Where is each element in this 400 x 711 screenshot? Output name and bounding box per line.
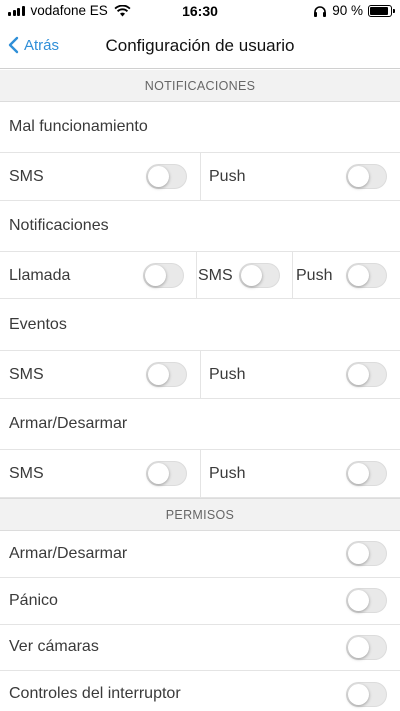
row-armar-desarmar-channels: SMS Push [0,450,400,498]
group-title-armar-desarmar: Armar/Desarmar [0,399,400,450]
sms-label: SMS [198,267,233,284]
group-title-label: Armar/Desarmar [9,415,128,432]
row-eventos-channels: SMS Push [0,351,400,399]
row-notificaciones-channels: Llamada SMS Push [0,252,400,299]
column-divider [200,351,201,398]
section-header-notificaciones: NOTIFICACIONES [0,70,400,102]
column-divider [200,153,201,200]
group-title-eventos: Eventos [0,299,400,351]
headphones-icon [314,5,327,17]
permission-ver-camaras-toggle[interactable] [346,635,387,660]
notificaciones-sms-toggle[interactable] [239,263,280,288]
column-divider [196,252,197,298]
sms-label: SMS [9,168,44,185]
sms-label: SMS [9,465,44,482]
permission-controles-interruptor-toggle[interactable] [346,682,387,707]
column-divider [292,252,293,298]
push-label: Push [209,465,246,482]
mal-funcionamiento-push-toggle[interactable] [346,164,387,189]
navigation-bar: Atrás Configuración de usuario [0,22,400,69]
group-title-label: Mal funcionamiento [9,118,148,135]
permission-label: Controles del interruptor [9,685,181,702]
armar-desarmar-sms-toggle[interactable] [146,461,187,486]
battery-level [370,6,388,15]
call-label: Llamada [9,267,71,284]
permission-panico-toggle[interactable] [346,588,387,613]
battery-icon [368,4,395,17]
page-title: Configuración de usuario [105,36,295,55]
notificaciones-call-toggle[interactable] [143,263,184,288]
row-mal-funcionamiento-channels: SMS Push [0,153,400,201]
push-label: Push [209,366,246,383]
group-title-notificaciones: Notificaciones [0,201,400,252]
mal-funcionamiento-sms-toggle[interactable] [146,164,187,189]
status-bar: vodafone ES 16:30 90 % [0,0,400,22]
battery-percentage: 90 % [332,3,363,18]
status-right: 90 % [313,3,395,18]
group-title-label: Notificaciones [9,217,109,234]
section-header-permisos: PERMISOS [0,498,400,531]
permission-row-panico: Pánico [0,578,400,625]
permission-armar-desarmar-toggle[interactable] [346,541,387,566]
push-label: Push [209,168,246,185]
group-title-label: Eventos [9,316,67,333]
group-title-mal-funcionamiento: Mal funcionamiento [0,102,400,153]
sms-label: SMS [9,366,44,383]
permission-label: Armar/Desarmar [9,545,128,562]
permission-row-controles-interruptor: Controles del interruptor [0,671,400,711]
permission-row-ver-camaras: Ver cámaras [0,625,400,671]
eventos-push-toggle[interactable] [346,362,387,387]
eventos-sms-toggle[interactable] [146,362,187,387]
permission-label: Ver cámaras [9,638,99,655]
push-label: Push [296,267,333,284]
permission-label: Pánico [9,592,58,609]
notificaciones-push-toggle[interactable] [346,263,387,288]
column-divider [200,450,201,497]
permission-row-armar-desarmar: Armar/Desarmar [0,531,400,578]
armar-desarmar-push-toggle[interactable] [346,461,387,486]
